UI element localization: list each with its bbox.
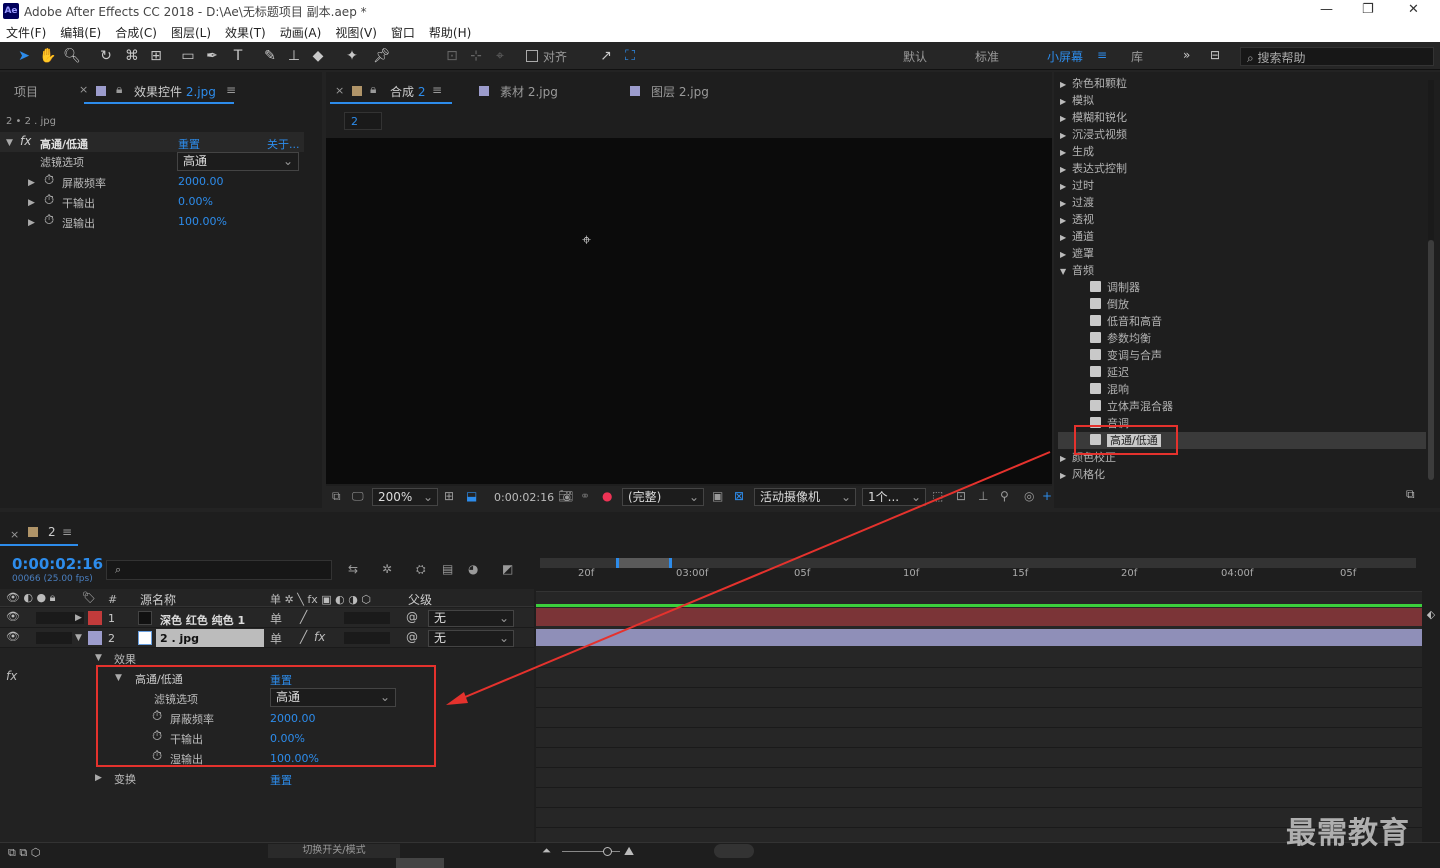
annotation-arrow xyxy=(446,451,1051,705)
arrow-head xyxy=(446,692,468,705)
arrow-line xyxy=(457,451,1051,701)
watermark-logo: 最需教育 xyxy=(1286,816,1410,851)
